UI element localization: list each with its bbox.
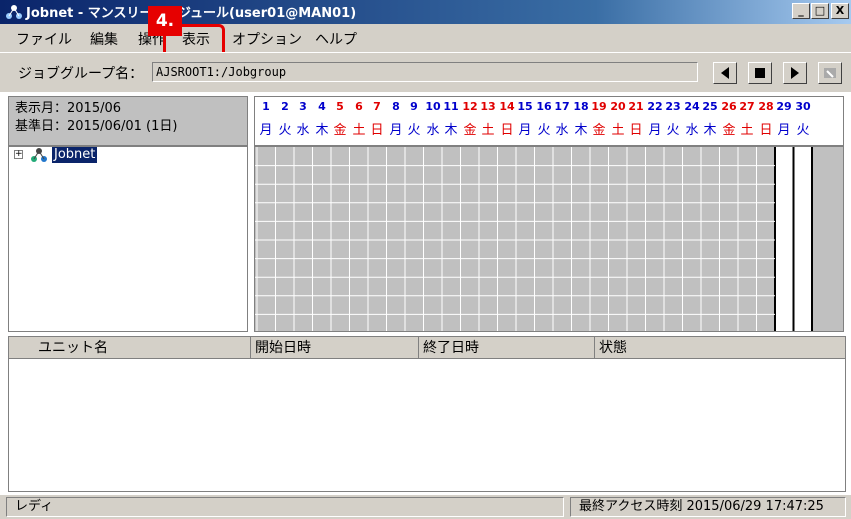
close-button[interactable]: X <box>831 3 849 19</box>
calendar-day-number: 30 <box>795 100 811 113</box>
base-date-text: 基準日：2015/06/01 (1日) <box>15 119 178 134</box>
calendar-weekday: 金 <box>333 123 347 138</box>
current-month-button[interactable] <box>748 62 772 84</box>
jobgroup-field[interactable]: AJSROOT1:/Jobgroup <box>152 62 698 82</box>
calendar-day-number: 17 <box>554 100 570 113</box>
calendar-weekday: 木 <box>574 123 588 138</box>
menu-bar <box>0 24 851 52</box>
calendar-day-number: 16 <box>536 100 552 113</box>
calendar-weekday: 木 <box>315 123 329 138</box>
calendar-day-number: 29 <box>776 100 792 113</box>
calendar-weekday: 土 <box>611 123 625 138</box>
calendar-weekday: 火 <box>796 123 810 138</box>
calendar-grid[interactable] <box>254 146 844 332</box>
jobgroup-label: ジョブグループ名： <box>18 66 144 82</box>
calendar-day-number: 19 <box>591 100 607 113</box>
jump-button[interactable] <box>818 62 842 84</box>
calendar-day-number: 24 <box>684 100 700 113</box>
calendar-day-number: 5 <box>336 100 344 113</box>
calendar-weekday: 日 <box>629 123 643 138</box>
calendar-grid-lines <box>255 147 813 331</box>
calendar-weekday: 日 <box>370 123 384 138</box>
calendar-weekday: 土 <box>740 123 754 138</box>
calendar-weekday: 日 <box>500 123 514 138</box>
unit-tree[interactable] <box>8 146 248 332</box>
calendar-day-number: 1 <box>262 100 270 113</box>
execution-list[interactable] <box>8 336 846 492</box>
calendar-weekday: 火 <box>666 123 680 138</box>
calendar-day-number: 23 <box>665 100 681 113</box>
calendar-day-number: 6 <box>355 100 363 113</box>
calendar-day-number: 12 <box>462 100 478 113</box>
calendar-weekday: 金 <box>722 123 736 138</box>
tree-expand-icon[interactable]: + <box>14 150 23 159</box>
minimize-button[interactable]: _ <box>792 3 810 19</box>
triangle-right-icon <box>791 67 799 79</box>
calendar-weekday: 月 <box>777 123 791 138</box>
calendar-weekday: 火 <box>407 123 421 138</box>
disabled-jump-icon <box>824 68 836 78</box>
jobnet-icon <box>31 148 47 162</box>
calendar-day-number: 20 <box>610 100 626 113</box>
calendar-day-number: 22 <box>647 100 663 113</box>
calendar-weekday: 日 <box>759 123 773 138</box>
callout-step-badge: 4. <box>148 6 182 36</box>
calendar-weekday: 木 <box>703 123 717 138</box>
square-stop-icon <box>755 68 765 78</box>
menu-options[interactable]: オプション <box>232 29 302 49</box>
date-info-panel: 表示月：2015/06 基準日：2015/06/01 (1日) <box>8 96 248 146</box>
calendar-weekday: 水 <box>426 123 440 138</box>
calendar-day-number: 25 <box>702 100 718 113</box>
calendar-day-number: 27 <box>739 100 755 113</box>
calendar-day-number: 14 <box>499 100 515 113</box>
calendar-day-number: 2 <box>281 100 289 113</box>
calendar-day-number: 26 <box>721 100 737 113</box>
calendar-day-number: 4 <box>318 100 326 113</box>
calendar-weekday: 金 <box>592 123 606 138</box>
calendar-weekday: 土 <box>481 123 495 138</box>
calendar-day-number: 15 <box>517 100 533 113</box>
calendar-weekday: 土 <box>352 123 366 138</box>
calendar-day-number: 21 <box>628 100 644 113</box>
calendar-weekday: 水 <box>685 123 699 138</box>
calendar-weekday: 月 <box>648 123 662 138</box>
calendar-day-number: 9 <box>410 100 418 113</box>
calendar-day-number: 18 <box>573 100 589 113</box>
status-text: レディ <box>6 497 564 517</box>
column-end-time[interactable]: 終了日時 <box>419 337 595 359</box>
calendar-day-number: 7 <box>373 100 381 113</box>
tree-item-jobnet[interactable]: Jobnet <box>52 147 98 163</box>
previous-month-button[interactable] <box>713 62 737 84</box>
next-month-button[interactable] <box>783 62 807 84</box>
calendar-weekday: 水 <box>296 123 310 138</box>
menu-help[interactable]: ヘルプ <box>315 29 357 49</box>
calendar-weekday: 金 <box>463 123 477 138</box>
calendar-day-number: 8 <box>392 100 400 113</box>
calendar-weekday: 月 <box>259 123 273 138</box>
calendar-day-number: 13 <box>480 100 496 113</box>
calendar-day-number: 3 <box>299 100 307 113</box>
menu-file[interactable]: ファイル <box>16 29 72 49</box>
triangle-left-icon <box>721 67 729 79</box>
window-title: Jobnet - マンスリースケジュール(user01@MAN01) <box>26 6 357 21</box>
calendar-day-number: 28 <box>758 100 774 113</box>
display-month-text: 表示月：2015/06 <box>15 101 122 116</box>
calendar-weekday: 火 <box>537 123 551 138</box>
maximize-button[interactable]: □ <box>811 3 829 19</box>
menu-edit[interactable]: 編集 <box>90 29 118 49</box>
jobnet-app-icon <box>6 5 22 19</box>
column-unit-name[interactable]: ユニット名 <box>34 337 251 359</box>
last-access-time: 最終アクセス時刻 2015/06/29 17:47:25 <box>570 497 846 517</box>
column-status[interactable]: 状態 <box>595 337 844 359</box>
calendar-weekday: 月 <box>518 123 532 138</box>
calendar-weekday: 水 <box>555 123 569 138</box>
calendar-day-number: 11 <box>443 100 459 113</box>
calendar-weekday: 木 <box>444 123 458 138</box>
calendar-weekday: 火 <box>278 123 292 138</box>
column-start-time[interactable]: 開始日時 <box>251 337 419 359</box>
calendar-weekday: 月 <box>389 123 403 138</box>
calendar-day-number: 10 <box>425 100 441 113</box>
